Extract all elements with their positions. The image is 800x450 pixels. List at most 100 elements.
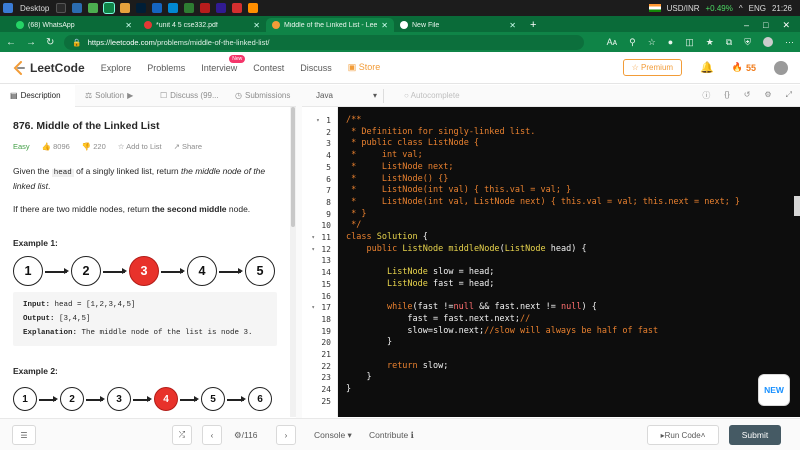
fold-icon[interactable]: ▾ [311, 302, 315, 314]
settings-icon[interactable]: ⚙ [764, 90, 771, 101]
share-button[interactable]: ↗ Share [174, 142, 202, 151]
app-icon[interactable] [72, 3, 83, 13]
reload-icon[interactable]: ↻ [46, 37, 54, 48]
inline-code: head [51, 169, 74, 177]
problem-tabs: ▤ Description ⚖ Solution ▶ ☐ Discuss (99... … [0, 84, 300, 107]
close-window-icon[interactable]: ✕ [782, 18, 790, 32]
console-button[interactable]: Console ▾ [314, 430, 352, 441]
streak-counter[interactable]: 🔥 55 [732, 62, 756, 73]
app-icon[interactable] [88, 3, 99, 13]
nav-contest[interactable]: Contest [253, 63, 284, 73]
browser-tab[interactable]: Middle of the Linked List - LeetC ✕ [266, 18, 394, 32]
close-tab-icon[interactable]: ✕ [253, 21, 260, 30]
add-to-list-button[interactable]: ☆ Add to List [118, 142, 162, 151]
close-tab-icon[interactable]: ✕ [381, 21, 388, 30]
browser-tab[interactable]: (68) WhatsApp ✕ [10, 18, 138, 32]
dislike-button[interactable]: 👎 220 [82, 142, 106, 151]
code-token: middleNode [448, 243, 500, 254]
collections-icon[interactable]: ◫ [685, 37, 694, 48]
problem-list-button[interactable]: ☰ [12, 425, 36, 445]
app-icon[interactable] [232, 3, 243, 13]
task-view-icon[interactable] [3, 3, 13, 13]
app-icon[interactable] [200, 3, 211, 13]
new-tab-icon[interactable]: + [522, 18, 544, 32]
app-icon[interactable] [136, 3, 147, 13]
autocomplete-toggle[interactable]: ○ Autocomplete [404, 91, 460, 100]
browser-tab[interactable]: *unit 4 5 cse332.pdf ✕ [138, 18, 266, 32]
language-select[interactable]: Java ▾ [310, 88, 384, 103]
app-icon[interactable] [248, 3, 259, 13]
nav-interview[interactable]: Interview New [201, 54, 246, 73]
line-number: 10 [321, 221, 331, 231]
tray-chevron-icon[interactable]: ^ [739, 4, 743, 13]
tab-solution[interactable]: ⚖ Solution ▶ [75, 85, 150, 107]
code-line: ListNode fast = head; [346, 279, 494, 291]
reset-icon[interactable]: ↺ [744, 90, 751, 101]
chevron-right-icon: › [284, 430, 288, 440]
app-icon[interactable] [152, 3, 163, 13]
tab-submissions-label: Submissions [244, 91, 291, 100]
extension-icon[interactable]: ● [668, 37, 673, 47]
zoom-icon[interactable]: ⚲ [629, 37, 636, 48]
run-code-button[interactable]: ▸ Run Code ˄ [647, 425, 719, 445]
fold-icon[interactable]: ▾ [311, 232, 315, 244]
maximize-icon[interactable]: □ [763, 18, 768, 32]
fold-icon[interactable]: ▾ [316, 115, 320, 127]
tab-submissions[interactable]: ◷ Submissions [225, 85, 300, 107]
app-icon[interactable] [184, 3, 195, 13]
edge-browser-icon[interactable] [103, 2, 116, 14]
code-token: * } [346, 208, 367, 219]
browser-tab[interactable]: New File ✕ [394, 18, 522, 32]
like-button[interactable]: 👍 8096 [42, 142, 70, 151]
forward-icon[interactable]: → [26, 37, 36, 48]
address-bar[interactable]: 🔒 https://leetcode.com/problems/middle-o… [64, 34, 585, 50]
desktop-label[interactable]: Desktop [20, 4, 49, 13]
close-tab-icon[interactable]: ✕ [509, 21, 516, 30]
nav-discuss[interactable]: Discuss [300, 63, 332, 73]
editor-scrollbar[interactable] [794, 196, 800, 216]
premium-button[interactable]: ☆ Premium [622, 59, 683, 76]
fold-icon[interactable]: ▾ [311, 244, 315, 256]
lang-indicator[interactable]: ENG [749, 4, 766, 13]
clock[interactable]: 21:26 [772, 4, 792, 13]
shuffle-button[interactable]: ⤮ [172, 425, 192, 445]
more-menu-icon[interactable]: ⋯ [785, 37, 794, 48]
problem-title: 876. Middle of the Linked List [13, 120, 160, 132]
whatsapp-icon [16, 21, 24, 29]
code-editor[interactable]: /** * Definition for singly-linked list.… [338, 107, 800, 417]
scrollbar-thumb[interactable] [291, 107, 295, 227]
nav-problems[interactable]: Problems [147, 63, 185, 73]
folder-icon[interactable] [120, 3, 131, 13]
prev-problem-button[interactable]: ‹ [202, 425, 222, 445]
back-icon[interactable]: ← [6, 37, 16, 48]
tab-discuss[interactable]: ☐ Discuss (99... [150, 85, 225, 107]
leetcode-logo[interactable]: LeetCode [12, 60, 85, 75]
explanation-label: Explanation: [23, 329, 78, 337]
contribute-button[interactable]: Contribute ℹ [369, 430, 414, 441]
tab-description[interactable]: ▤ Description [0, 84, 75, 107]
next-problem-button[interactable]: › [276, 425, 296, 445]
nav-store[interactable]: ▣ Store [348, 62, 381, 73]
info-icon[interactable]: ⓘ [702, 90, 710, 101]
close-tab-icon[interactable]: ✕ [125, 21, 132, 30]
favorites-icon[interactable]: ★ [706, 37, 714, 48]
fullscreen-icon[interactable]: ⤢ [786, 90, 792, 101]
new-feature-button[interactable]: NEW [758, 374, 790, 406]
app-icon[interactable] [168, 3, 179, 13]
profile-avatar[interactable] [763, 37, 773, 47]
browser-tab-label: New File [412, 21, 440, 29]
submit-button[interactable]: Submit [729, 425, 781, 445]
app-icon[interactable] [216, 3, 227, 13]
read-aloud-icon[interactable]: Aᴀ [607, 37, 617, 47]
app-icon[interactable] [56, 3, 67, 13]
notification-bell-icon[interactable]: 🔔 [700, 61, 714, 74]
favorite-star-icon[interactable]: ☆ [648, 37, 656, 48]
shield-icon[interactable]: ⛨ [744, 37, 751, 48]
nav-explore[interactable]: Explore [101, 63, 132, 73]
line-number: 21 [321, 350, 331, 359]
braces-icon[interactable]: {} [724, 90, 729, 101]
tab-actions-icon[interactable]: ⧉ [726, 37, 732, 48]
minimize-icon[interactable]: – [744, 18, 749, 32]
user-avatar[interactable] [774, 60, 788, 75]
